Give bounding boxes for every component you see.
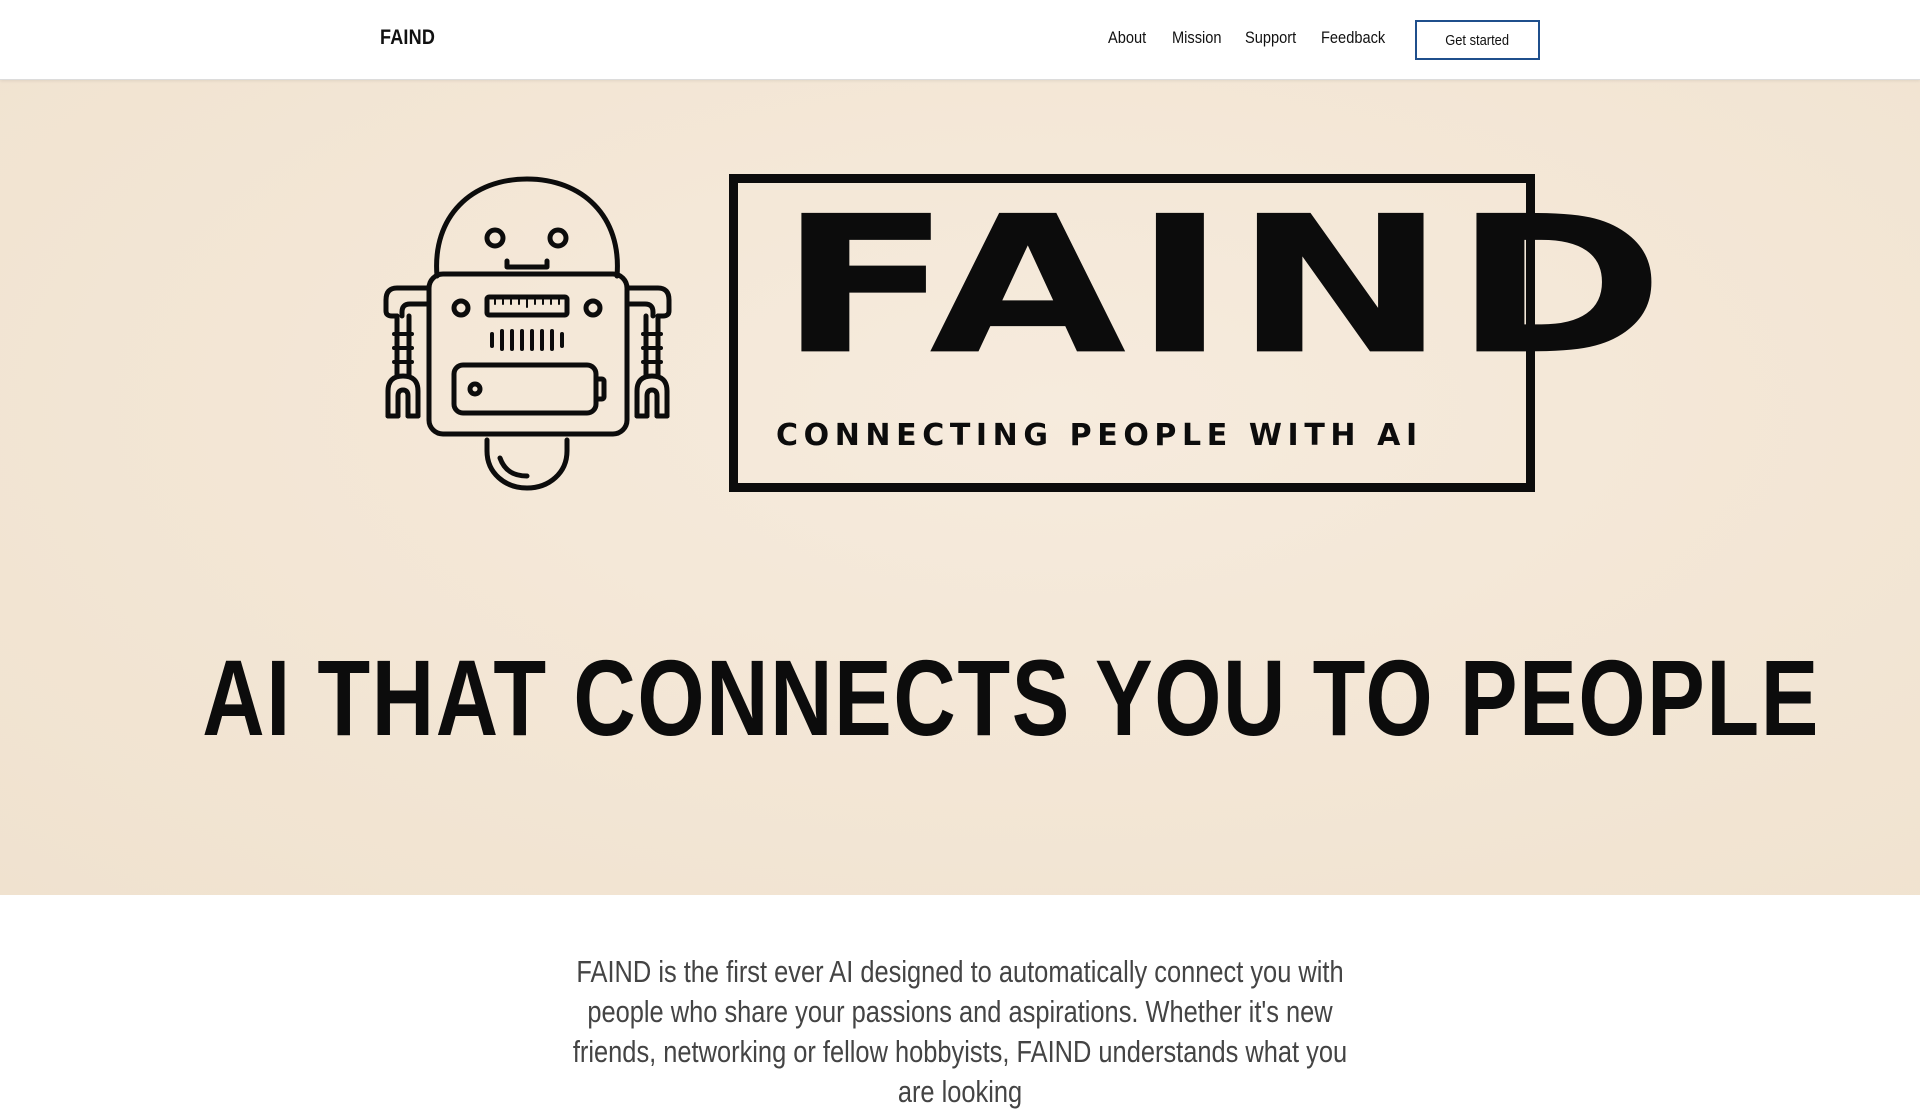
- logo-wordmark: FAIND: [778, 175, 1671, 397]
- hero-headline-text: AI THAT CONNECTS YOU TO PEOPLE: [202, 637, 1820, 758]
- faind-logo: FAIND CONNECTING PEOPLE WITH AI: [729, 174, 1665, 492]
- robot-icon: [383, 176, 672, 491]
- hero-headline: AI THAT CONNECTS YOU TO PEOPLE: [0, 638, 1920, 758]
- nav-link-mission[interactable]: Mission: [1172, 28, 1222, 48]
- top-navigation-bar: FAIND About Mission Support Feedback Get…: [0, 0, 1920, 80]
- logo-tagline: CONNECTING PEOPLE WITH AI: [776, 418, 1423, 453]
- hero-section: FAIND CONNECTING PEOPLE WITH AI AI THAT …: [0, 80, 1920, 895]
- nav-link-support[interactable]: Support: [1245, 28, 1296, 48]
- site-brand[interactable]: FAIND: [380, 26, 435, 50]
- intro-paragraph: FAIND is the first ever AI designed to a…: [560, 952, 1360, 1112]
- get-started-label: Get started: [1445, 31, 1510, 49]
- intro-text: FAIND is the first ever AI designed to a…: [572, 954, 1348, 1109]
- get-started-button[interactable]: Get started: [1415, 20, 1540, 60]
- nav-link-about[interactable]: About: [1108, 28, 1146, 48]
- nav-link-feedback[interactable]: Feedback: [1321, 28, 1385, 48]
